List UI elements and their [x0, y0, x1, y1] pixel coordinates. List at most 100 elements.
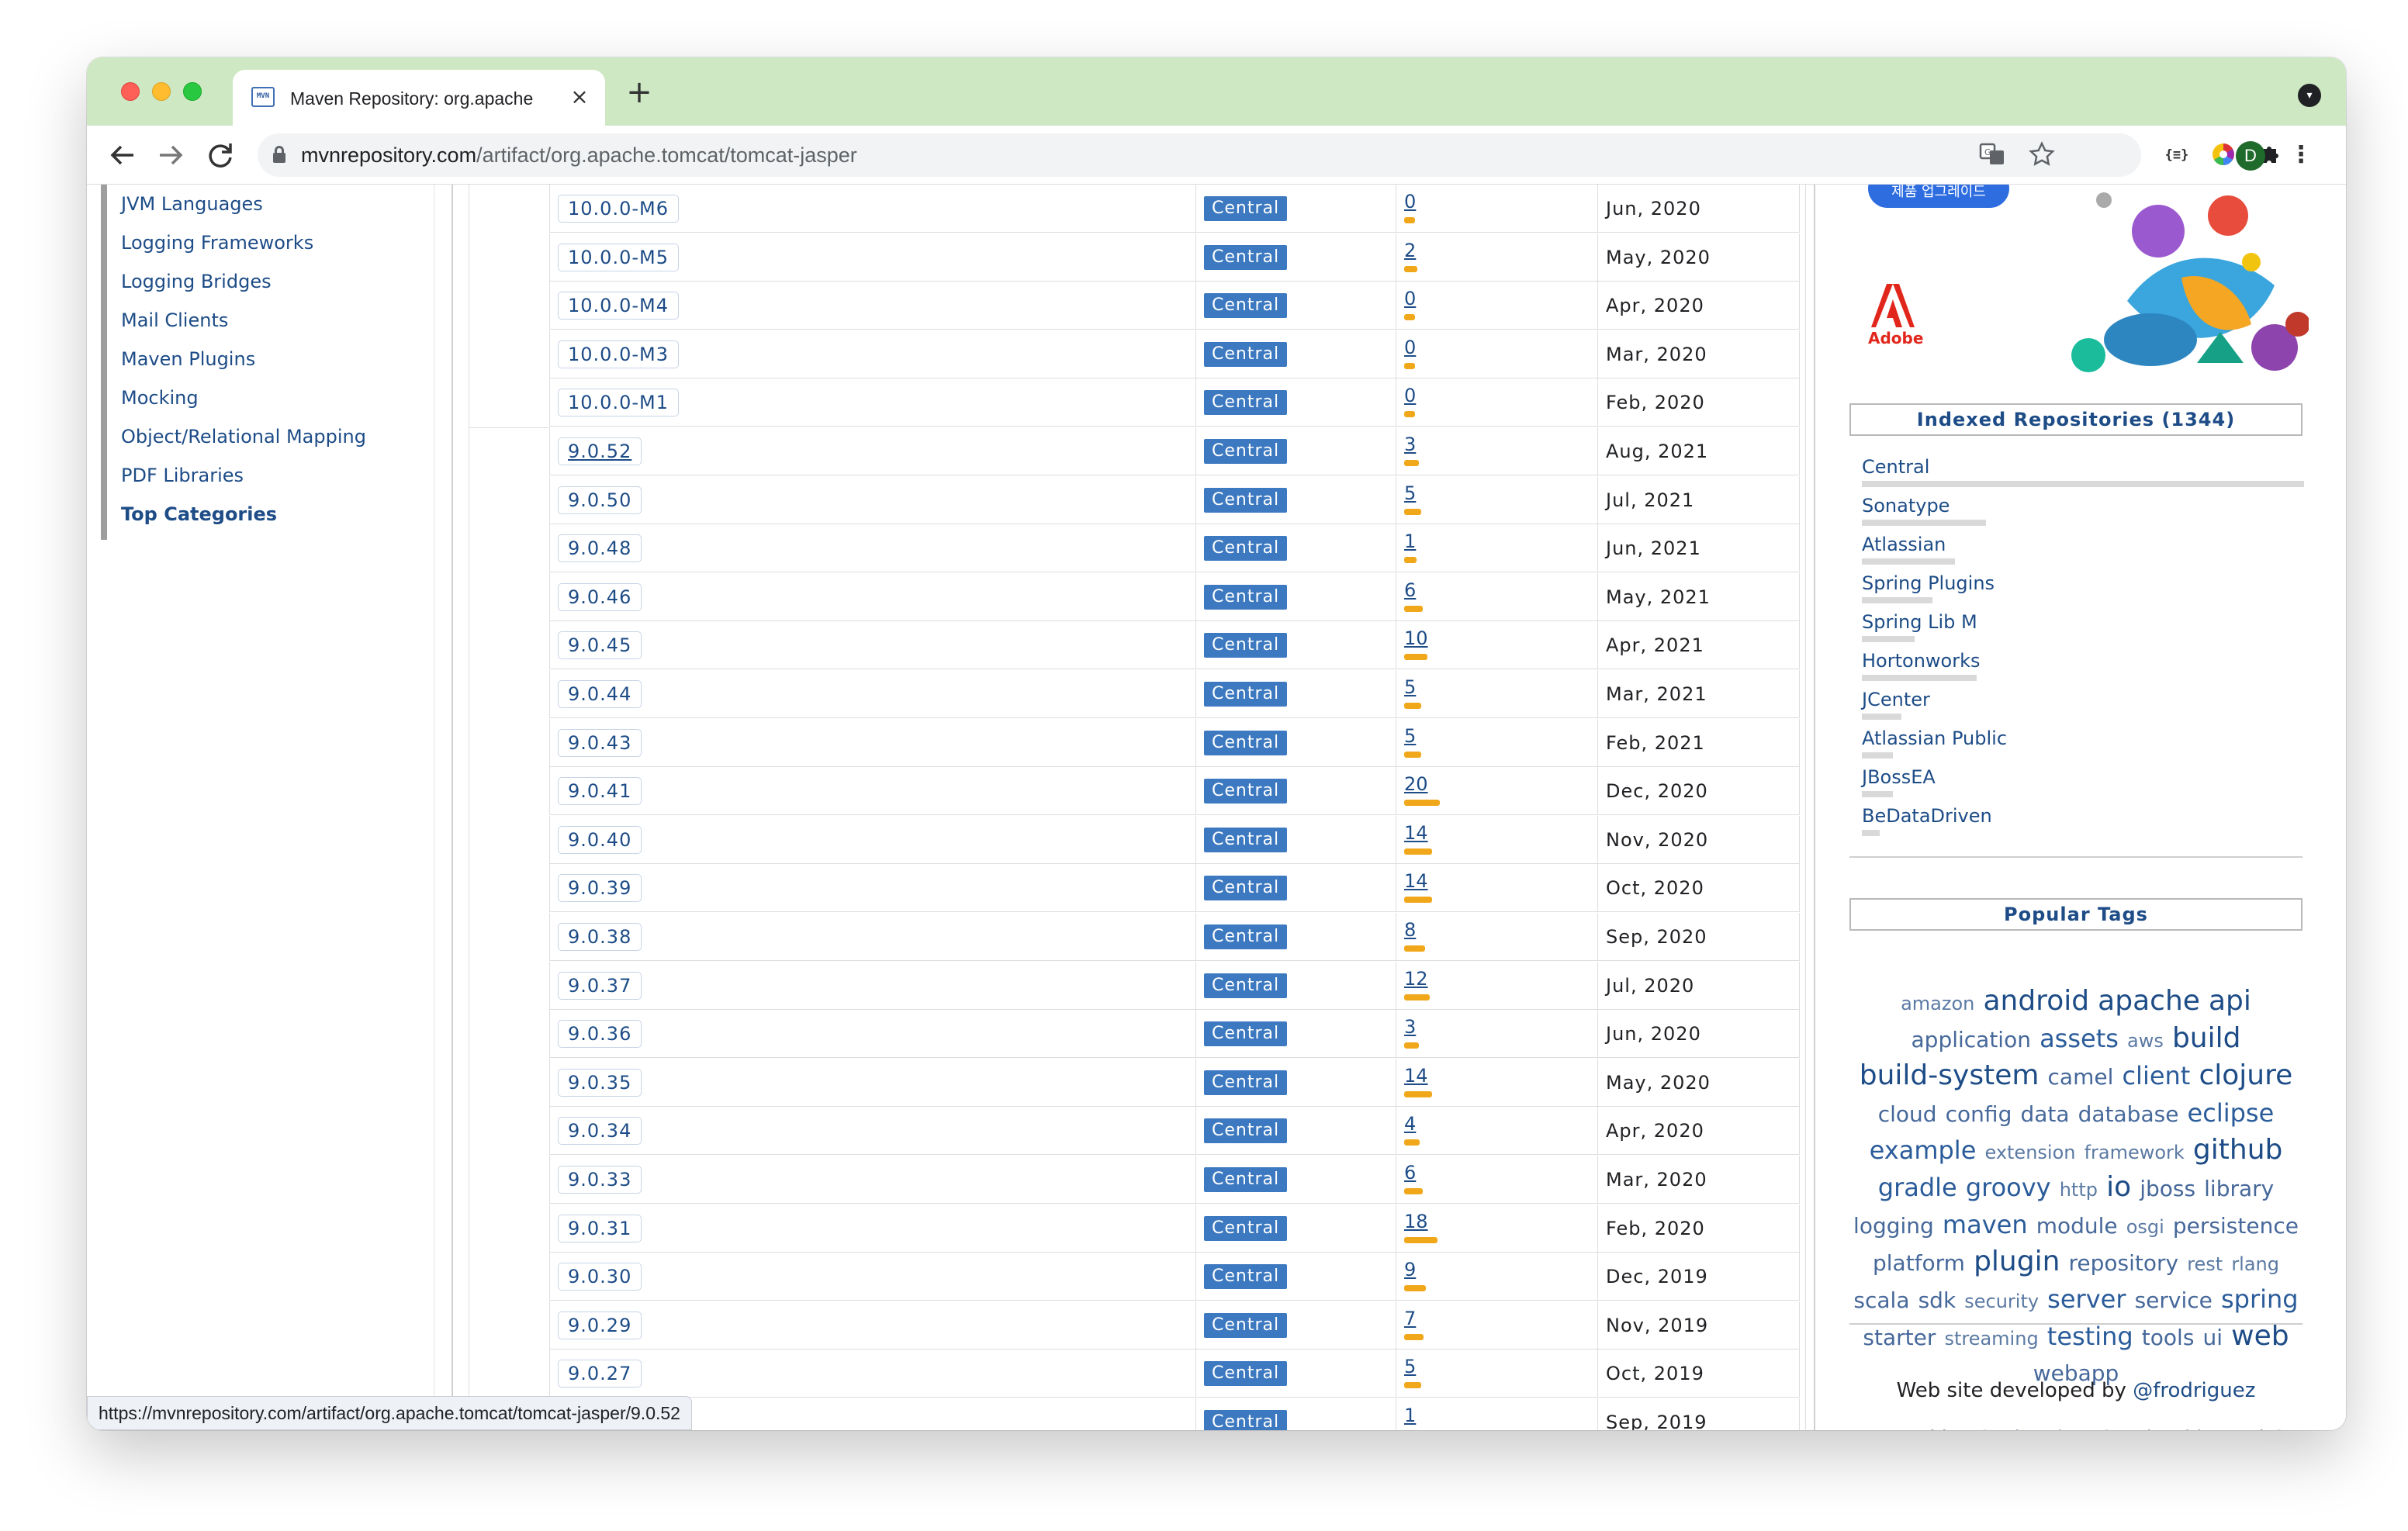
version-link[interactable]: 10.0.0-M6 [558, 195, 679, 223]
usages-link[interactable]: 8 [1404, 919, 1416, 941]
advertisement-banner[interactable]: 제품 업그레이드 Adobe [1840, 185, 2309, 378]
tag-link[interactable]: module [2036, 1213, 2118, 1239]
version-link[interactable]: 9.0.34 [558, 1117, 642, 1146]
tag-link[interactable]: build-system [1860, 1059, 2040, 1091]
version-link[interactable]: 10.0.0-M3 [558, 340, 679, 368]
category-link[interactable]: PDF Libraries [121, 456, 366, 495]
close-window-button[interactable] [121, 82, 140, 101]
tag-link[interactable]: client [2122, 1061, 2190, 1090]
usages-link[interactable]: 3 [1404, 434, 1416, 455]
new-tab-button[interactable]: + [624, 77, 655, 109]
maximize-window-button[interactable] [183, 82, 202, 101]
repository-badge[interactable]: Central [1204, 1264, 1288, 1290]
tag-link[interactable]: io [2106, 1171, 2131, 1203]
repository-link[interactable]: Hortonworks [1862, 650, 1980, 672]
category-link[interactable]: Maven Plugins [121, 340, 366, 378]
tag-link[interactable]: camel [2048, 1064, 2114, 1090]
repository-link[interactable]: Atlassian [1862, 534, 1946, 555]
version-link[interactable]: 9.0.50 [558, 486, 642, 514]
address-bar[interactable]: mvnrepository.com/artifact/org.apache.to… [258, 133, 2141, 177]
tag-link[interactable]: config [1946, 1101, 2012, 1127]
usages-link[interactable]: 9 [1404, 1259, 1416, 1280]
usages-link[interactable]: 4 [1404, 1113, 1416, 1135]
browser-tab[interactable]: MVN Maven Repository: org.apache × [233, 70, 605, 126]
repository-link[interactable]: Central [1862, 456, 1929, 478]
category-link[interactable]: JVM Languages [121, 185, 366, 223]
tag-link[interactable]: framework [2085, 1142, 2185, 1163]
repository-badge[interactable]: Central [1204, 682, 1288, 707]
tag-link[interactable]: extension [1984, 1142, 2075, 1163]
tag-link[interactable]: sdk [1918, 1287, 1956, 1313]
version-link[interactable]: 9.0.33 [558, 1166, 642, 1194]
repository-badge[interactable]: Central [1204, 439, 1288, 464]
repository-badge[interactable]: Central [1204, 1215, 1288, 1241]
usages-link[interactable]: 0 [1404, 191, 1416, 213]
repository-badge[interactable]: Central [1204, 293, 1288, 319]
tag-link[interactable]: http [2060, 1179, 2098, 1201]
tag-link[interactable]: groovy [1966, 1173, 2051, 1202]
reload-icon[interactable] [202, 137, 239, 174]
repository-badge[interactable]: Central [1204, 876, 1288, 901]
version-link[interactable]: 9.0.48 [558, 534, 642, 563]
repository-badge[interactable]: Central [1204, 779, 1288, 804]
version-link[interactable]: 9.0.31 [558, 1214, 642, 1242]
tag-link[interactable]: testing [2047, 1322, 2133, 1351]
repository-link[interactable]: Atlassian Public [1862, 727, 2007, 749]
usages-link[interactable]: 7 [1404, 1308, 1416, 1329]
version-link[interactable]: 9.0.40 [558, 825, 642, 854]
tech-link[interactable]: Cassandra [2271, 1427, 2346, 1430]
tag-link[interactable]: spring [2221, 1284, 2299, 1314]
repository-badge[interactable]: Central [1204, 924, 1288, 949]
tag-link[interactable]: maven [1943, 1210, 2028, 1239]
usages-link[interactable]: 1 [1404, 530, 1416, 552]
repository-badge[interactable]: Central [1204, 584, 1288, 610]
tech-link[interactable]: Play [2045, 1427, 2087, 1430]
category-link[interactable]: Object/Relational Mapping [121, 417, 366, 456]
usages-link[interactable]: 20 [1404, 773, 1428, 795]
forward-arrow-icon[interactable] [152, 137, 189, 174]
close-tab-icon[interactable]: × [568, 85, 591, 109]
repository-badge[interactable]: Central [1204, 196, 1288, 221]
repository-badge[interactable]: Central [1204, 1021, 1288, 1047]
tech-link[interactable]: Akka [2171, 1427, 2219, 1430]
json-viewer-extension-icon[interactable]: {≡} [2163, 141, 2191, 169]
tag-link[interactable]: database [2078, 1101, 2179, 1127]
tag-link[interactable]: persistence [2173, 1213, 2299, 1239]
tag-link[interactable]: service [2135, 1287, 2213, 1313]
repository-badge[interactable]: Central [1204, 633, 1288, 658]
tag-link[interactable]: streaming [1944, 1328, 2038, 1350]
category-link[interactable]: Mocking [121, 378, 366, 417]
version-link[interactable]: 9.0.44 [558, 680, 642, 708]
tag-link[interactable]: ui [2203, 1325, 2223, 1350]
back-arrow-icon[interactable] [104, 137, 141, 174]
version-link[interactable]: 9.0.45 [558, 631, 642, 660]
tag-link[interactable]: rlang [2231, 1253, 2279, 1275]
repository-link[interactable]: Sonatype [1862, 495, 1950, 517]
tag-link[interactable]: android [1983, 985, 2089, 1017]
usages-link[interactable]: 3 [1404, 1016, 1416, 1038]
tag-link[interactable]: build [2172, 1022, 2241, 1054]
tag-link[interactable]: plugin [1974, 1246, 2060, 1277]
usages-link[interactable]: 10 [1404, 627, 1428, 649]
browser-menu-icon[interactable]: ⋮ [2287, 141, 2315, 169]
repository-badge[interactable]: Central [1204, 1070, 1288, 1095]
tag-link[interactable]: security [1964, 1291, 2039, 1312]
url-text[interactable]: mvnrepository.com/artifact/org.apache.to… [301, 133, 857, 177]
usages-link[interactable]: 6 [1404, 579, 1416, 601]
repository-link[interactable]: JBossEA [1862, 766, 1936, 788]
repository-badge[interactable]: Central [1204, 244, 1288, 270]
category-link[interactable]: Logging Frameworks [121, 223, 366, 262]
repository-badge[interactable]: Central [1204, 341, 1288, 367]
usages-link[interactable]: 2 [1404, 240, 1416, 261]
bookmark-star-icon[interactable] [2028, 141, 2056, 169]
usages-link[interactable]: 5 [1404, 482, 1416, 504]
repository-badge[interactable]: Central [1204, 1118, 1288, 1144]
version-link[interactable]: 9.0.27 [558, 1360, 642, 1388]
usages-link[interactable]: 1 [1404, 1405, 1416, 1426]
category-link[interactable]: Mail Clients [121, 301, 366, 340]
version-link[interactable]: 9.0.30 [558, 1263, 642, 1291]
profile-avatar[interactable]: D [2236, 141, 2265, 171]
tab-search-icon[interactable]: ▾ [2298, 84, 2321, 107]
tag-link[interactable]: server [2047, 1284, 2126, 1314]
version-link[interactable]: 9.0.46 [558, 582, 642, 611]
